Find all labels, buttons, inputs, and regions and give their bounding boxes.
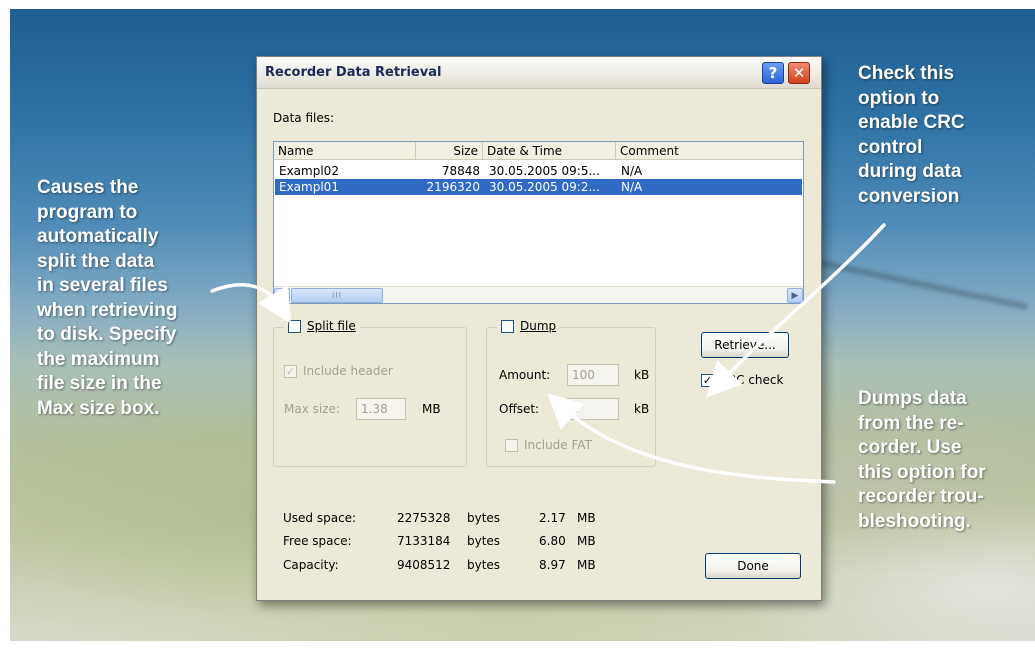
free-space-mb-unit: MB (577, 534, 596, 548)
crc-check-option[interactable]: ✓ CRC check (701, 373, 783, 387)
max-size-unit: MB (422, 402, 441, 416)
data-files-label: Data files: (273, 111, 335, 125)
list-header: Name Size Date & Time Comment (274, 142, 803, 160)
question-icon: ? (768, 64, 778, 82)
amount-unit: kB (634, 368, 650, 382)
capacity-label: Capacity: (283, 558, 339, 572)
include-fat-checkbox[interactable] (505, 438, 518, 452)
free-space-label: Free space: (283, 534, 352, 548)
row-comment: N/A (621, 180, 643, 194)
offset-label: Offset: (499, 402, 540, 416)
row-comment: N/A (621, 164, 643, 178)
close-icon: ✕ (792, 64, 806, 82)
scroll-left-icon[interactable]: ◀ (274, 288, 290, 303)
split-file-checkbox[interactable] (288, 319, 301, 333)
max-size-field[interactable]: 1.38 (356, 398, 406, 420)
free-space-bytes: 7133184 (397, 534, 451, 548)
row-datetime: 30.05.2005 09:2... (489, 180, 600, 194)
row-name: Exampl01 (279, 180, 339, 194)
include-header-checkbox[interactable]: ✓ (284, 364, 297, 378)
dump-label: Dump (520, 319, 557, 333)
column-header-datetime[interactable]: Date & Time (483, 142, 616, 160)
include-header-label: Include header (303, 364, 393, 378)
table-row[interactable]: Exampl02 78848 30.05.2005 09:5... N/A (275, 163, 802, 179)
help-button[interactable]: ? (762, 62, 784, 84)
table-row[interactable]: Exampl01 2196320 30.05.2005 09:2... N/A (275, 179, 802, 195)
include-fat-label: Include FAT (524, 438, 592, 452)
recorder-data-retrieval-dialog: Recorder Data Retrieval ? ✕ Data files: … (256, 56, 822, 601)
used-space-mb: 2.17 (539, 511, 566, 525)
annotation-crc-check: Check this option to enable CRC control … (858, 63, 965, 207)
crc-check-checkbox[interactable]: ✓ (701, 373, 714, 387)
amount-field[interactable]: 100 (567, 364, 619, 386)
amount-label: Amount: (499, 368, 551, 382)
split-file-group: Split file ✓ Include header Max size: 1.… (273, 319, 467, 467)
retrieve-button[interactable]: Retrieve... (701, 332, 789, 358)
column-header-name[interactable]: Name (274, 142, 416, 160)
capacity-bytes-unit: bytes (467, 558, 501, 572)
row-size: 78848 (441, 164, 480, 178)
offset-field[interactable]: 0 (567, 398, 619, 420)
dump-toggle[interactable]: Dump (497, 319, 561, 333)
capacity-mb-unit: MB (577, 558, 596, 572)
used-space-bytes: 2275328 (397, 511, 451, 525)
free-space-mb: 6.80 (539, 534, 566, 548)
capacity-bytes: 9408512 (397, 558, 451, 572)
scroll-thumb[interactable]: III (291, 288, 383, 303)
background-streak (791, 254, 1029, 310)
row-datetime: 30.05.2005 09:5... (489, 164, 600, 178)
annotation-split-file: Causes the program to automatically spli… (37, 177, 178, 419)
include-header-option[interactable]: ✓ Include header (284, 364, 393, 378)
horizontal-scrollbar[interactable]: ◀ III ▶ (274, 286, 803, 303)
max-size-label: Max size: (284, 402, 340, 416)
row-size: 2196320 (426, 180, 480, 194)
dump-group: Dump Amount: 100 kB Offset: 0 kB Include… (486, 319, 656, 467)
done-button[interactable]: Done (705, 553, 801, 579)
free-space-bytes-unit: bytes (467, 534, 501, 548)
crc-check-label: CRC check (720, 373, 784, 387)
close-button[interactable]: ✕ (788, 62, 810, 84)
used-space-mb-unit: MB (577, 511, 596, 525)
column-header-size[interactable]: Size (416, 142, 483, 160)
split-file-label: Split file (307, 319, 356, 333)
row-name: Exampl02 (279, 164, 339, 178)
annotation-dump: Dumps data from the re- corder. Use this… (858, 388, 986, 532)
title-bar: Recorder Data Retrieval ? ✕ (257, 57, 821, 89)
split-file-toggle[interactable]: Split file (284, 319, 360, 333)
data-files-list[interactable]: Name Size Date & Time Comment Exampl02 7… (273, 141, 804, 304)
dialog-title: Recorder Data Retrieval (265, 65, 442, 80)
include-fat-option[interactable]: Include FAT (505, 438, 592, 452)
offset-unit: kB (634, 402, 650, 416)
used-space-bytes-unit: bytes (467, 511, 501, 525)
dump-checkbox[interactable] (501, 319, 514, 333)
capacity-mb: 8.97 (539, 558, 566, 572)
used-space-label: Used space: (283, 511, 357, 525)
column-header-comment[interactable]: Comment (616, 142, 803, 160)
scroll-right-icon[interactable]: ▶ (787, 288, 803, 303)
